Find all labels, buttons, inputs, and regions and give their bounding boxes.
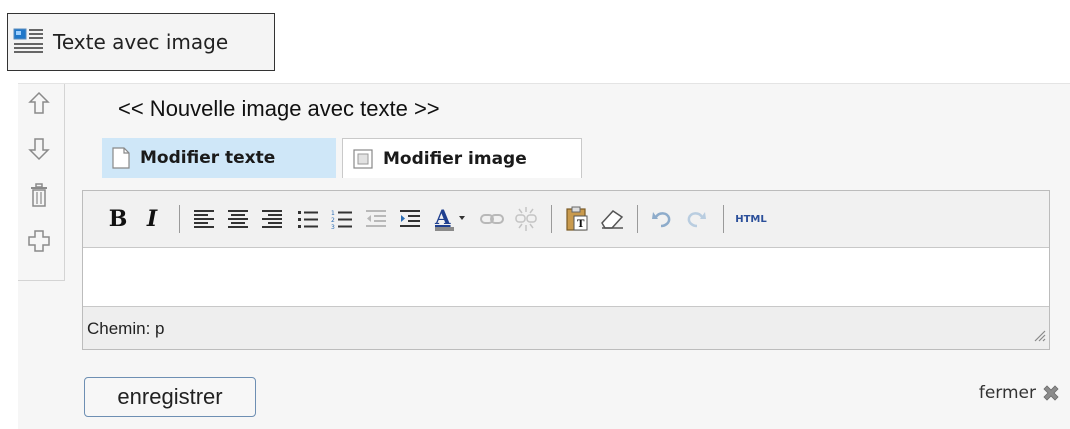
tab-edit-text[interactable]: Modifier texte [102, 138, 336, 178]
trash-icon [31, 183, 47, 207]
svg-text:3: 3 [331, 224, 335, 229]
tab-edit-image-label: Modifier image [383, 148, 527, 169]
italic-button[interactable]: I [141, 205, 163, 233]
block-title: << Nouvelle image avec texte >> [118, 96, 440, 121]
rich-text-editor: B I 1 2 3 A T HTML Chemin: p [82, 190, 1050, 350]
bullet-list-button[interactable] [295, 205, 321, 233]
numbered-list-button[interactable]: 123 [329, 205, 355, 233]
bullet-list-icon [298, 211, 318, 228]
html-source-button[interactable]: HTML [731, 205, 771, 233]
eraser-button[interactable] [599, 205, 625, 233]
tab-edit-image[interactable]: Modifier image [342, 138, 582, 178]
link-icon [480, 214, 504, 224]
outdent-button[interactable] [363, 205, 389, 233]
svg-text:1: 1 [331, 210, 335, 217]
delete-block-button[interactable] [26, 182, 52, 208]
indent-button[interactable] [397, 205, 423, 233]
indent-icon [400, 210, 420, 227]
move-block-button[interactable] [26, 228, 52, 254]
align-right-button[interactable] [259, 205, 285, 233]
resize-grip-icon[interactable] [1032, 327, 1046, 346]
block-side-toolbar [18, 84, 65, 281]
svg-text:T: T [577, 219, 585, 230]
close-button[interactable]: fermer [979, 383, 1060, 403]
save-button[interactable]: enregistrer [84, 377, 256, 417]
eraser-icon [601, 210, 624, 229]
align-center-icon [228, 210, 248, 228]
close-icon [1042, 384, 1060, 402]
paste-text-button[interactable]: T [563, 205, 591, 233]
align-left-icon [194, 210, 214, 228]
align-right-icon [262, 210, 282, 228]
svg-text:A: A [434, 206, 451, 229]
unlink-button[interactable] [513, 205, 539, 233]
text-color-icon: A [434, 206, 465, 231]
image-icon [353, 148, 373, 169]
arrow-down-icon [28, 138, 50, 161]
editor-statusbar: Chemin: p [83, 307, 1049, 349]
toolbar-separator [551, 205, 552, 233]
page-icon [112, 147, 130, 169]
editor-toolbar: B I 1 2 3 A T HTML [83, 191, 1049, 248]
text-with-image-toggle[interactable]: Texte avec image [7, 13, 275, 71]
undo-icon [652, 212, 671, 228]
move-cross-icon [28, 230, 50, 252]
close-label: fermer [978, 383, 1036, 403]
toolbar-separator [637, 205, 638, 233]
editor-content-area[interactable] [83, 248, 1049, 307]
redo-icon [687, 212, 706, 228]
toolbar-separator [723, 205, 724, 233]
unlink-icon [515, 207, 537, 231]
redo-button[interactable] [683, 205, 709, 233]
content-block-panel: << Nouvelle image avec texte >> Modifier… [18, 83, 1070, 429]
tab-edit-text-label: Modifier texte [140, 148, 276, 168]
numbered-list-icon: 123 [331, 210, 352, 229]
toggle-label: Texte avec image [53, 30, 229, 54]
arrow-up-icon [28, 91, 50, 114]
paste-text-icon: T [566, 206, 588, 231]
image-text-icon [13, 27, 45, 57]
bold-button[interactable]: B [107, 205, 129, 233]
outdent-icon [366, 210, 386, 227]
align-left-button[interactable] [191, 205, 217, 233]
svg-text:2: 2 [331, 217, 335, 224]
toolbar-separator [179, 205, 180, 233]
undo-button[interactable] [649, 205, 675, 233]
element-path: Chemin: p [87, 319, 165, 338]
link-button[interactable] [479, 205, 505, 233]
align-center-button[interactable] [225, 205, 251, 233]
move-down-button[interactable] [26, 136, 52, 162]
text-color-button[interactable]: A [433, 205, 473, 233]
move-up-button[interactable] [26, 90, 52, 116]
